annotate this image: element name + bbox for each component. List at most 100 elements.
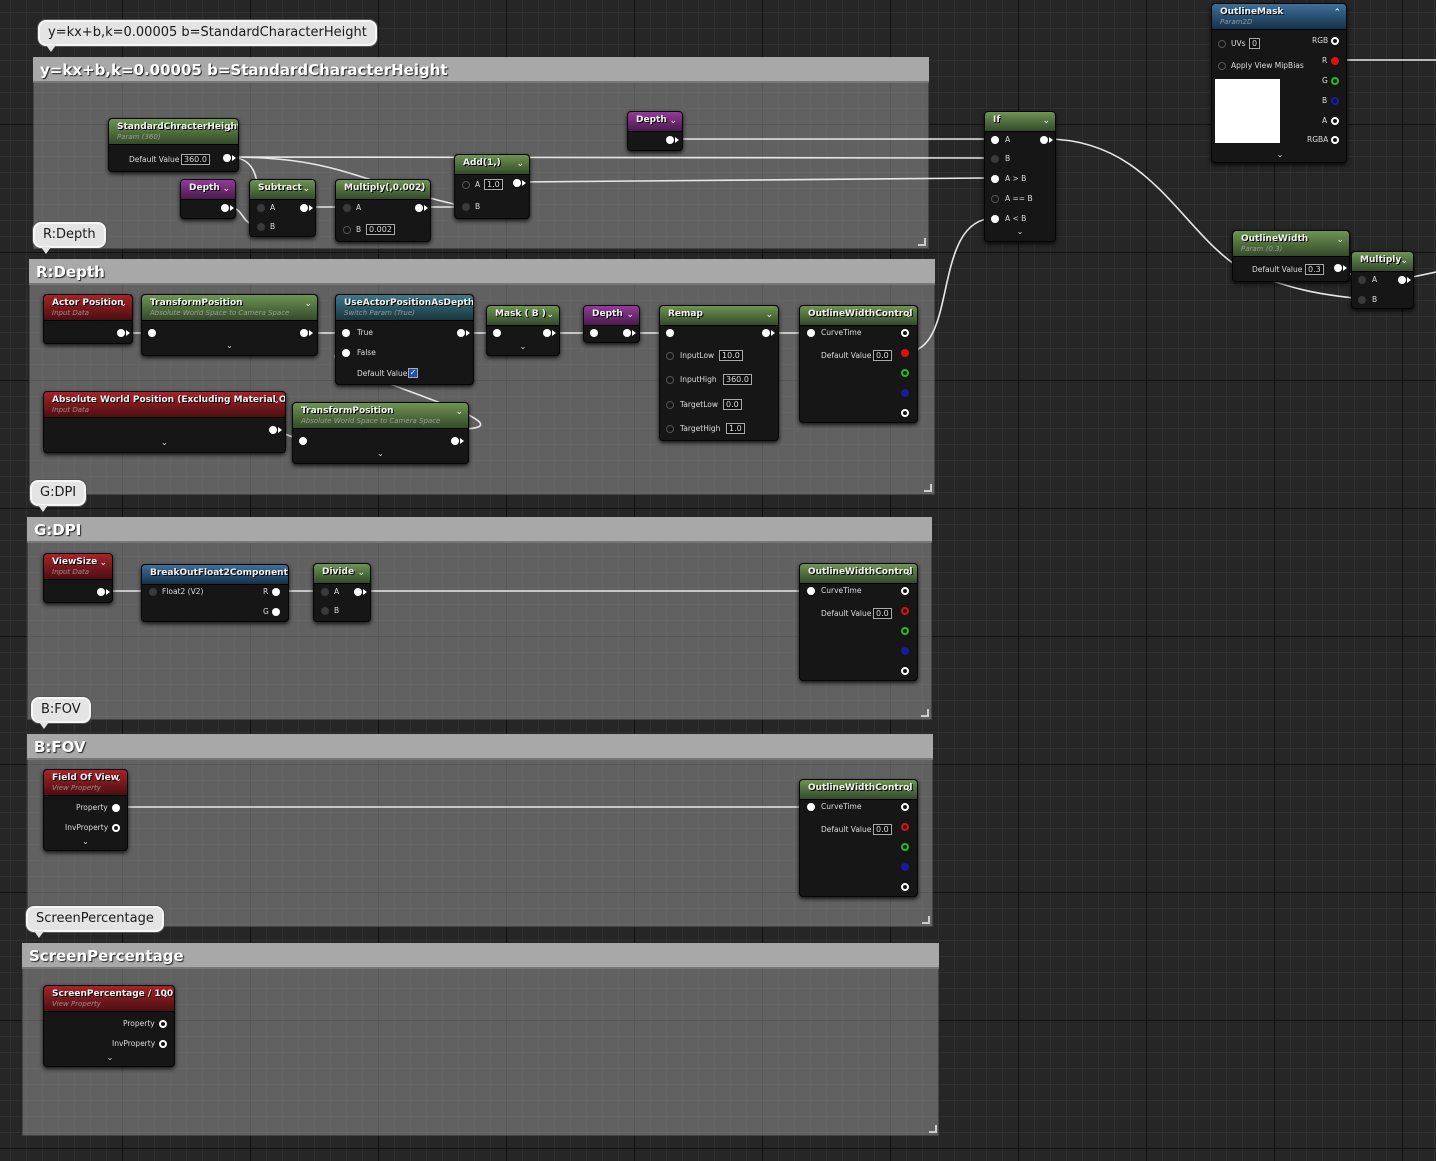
input-high-pin[interactable] xyxy=(666,376,674,384)
comment-header-screen-percentage[interactable]: ScreenPercentage xyxy=(22,943,939,969)
property-output-pin[interactable] xyxy=(112,804,120,812)
b-value-field[interactable]: 0.002 xyxy=(366,224,395,235)
chevron-down-icon[interactable]: ⌄ xyxy=(44,438,285,447)
g-output-pin[interactable] xyxy=(901,369,909,377)
input-pin-a[interactable] xyxy=(257,204,265,212)
output-pin[interactable] xyxy=(1040,136,1048,144)
output-pin[interactable] xyxy=(451,437,459,445)
depth-node-1[interactable]: Depth ⌄ xyxy=(180,179,236,219)
target-low-pin[interactable] xyxy=(666,401,674,409)
resize-grip-icon[interactable] xyxy=(921,709,929,717)
curve-time-input-pin[interactable] xyxy=(807,803,815,811)
a-output-pin[interactable] xyxy=(901,409,909,417)
output-pin[interactable] xyxy=(415,204,423,212)
default-value-checkbox[interactable]: ✓ xyxy=(408,368,418,378)
b-output-pin[interactable] xyxy=(1331,97,1339,105)
chevron-down-icon[interactable]: ⌄ xyxy=(985,227,1055,236)
comment-box-b-fov[interactable] xyxy=(27,734,933,927)
field-of-view-node[interactable]: Field Of View View Property ⌄ Property Inv… xyxy=(43,769,128,851)
std-char-height-node[interactable]: StandardChracterHeight Param (360) ⌄ Defau… xyxy=(108,118,239,172)
b-output-pin[interactable] xyxy=(901,647,909,655)
r-output-pin[interactable] xyxy=(901,823,909,831)
input-low-field[interactable]: 10.0 xyxy=(719,350,743,361)
input-pin-false[interactable] xyxy=(342,349,350,357)
view-size-node[interactable]: ViewSize Input Data ⌄ xyxy=(43,553,113,603)
output-pin[interactable] xyxy=(300,329,308,337)
input-pin-b[interactable] xyxy=(257,223,265,231)
actor-position-node[interactable]: Actor Position Input Data ⌄ xyxy=(43,294,133,344)
resize-grip-icon[interactable] xyxy=(918,238,926,246)
outline-width-node[interactable]: OutlineWidth Param (0.3) ⌄ Default Value 0… xyxy=(1232,230,1350,282)
subtract-node[interactable]: Subtract ⌄ A B xyxy=(249,179,316,237)
breakout-float2-node[interactable]: BreakOutFloat2Components Float2 (V2) R G xyxy=(141,564,289,622)
b-output-pin[interactable] xyxy=(901,863,909,871)
inv-property-output-pin[interactable] xyxy=(112,824,120,832)
input-pin[interactable] xyxy=(493,329,501,337)
output-pin[interactable] xyxy=(300,204,308,212)
chevron-down-icon[interactable]: ⌄ xyxy=(99,558,107,568)
input-pin-true[interactable] xyxy=(342,329,350,337)
chevron-down-icon[interactable]: ⌄ xyxy=(225,123,233,133)
rgb-output-pin[interactable] xyxy=(901,587,909,595)
default-value-field[interactable]: 0.3 xyxy=(1305,264,1324,275)
absolute-world-position-node[interactable]: Absolute World Position (Excluding Mater… xyxy=(43,391,286,453)
default-value-field[interactable]: 0.0 xyxy=(873,824,892,835)
chevron-down-icon[interactable]: ⌄ xyxy=(272,396,280,406)
comment-bubble-g-dpi[interactable]: G:DPI xyxy=(30,480,87,512)
output-pin[interactable] xyxy=(117,329,125,337)
target-low-field[interactable]: 0.0 xyxy=(723,399,742,410)
default-value-field[interactable]: 360.0 xyxy=(181,154,210,165)
target-high-pin[interactable] xyxy=(666,425,674,433)
input-pin-a[interactable] xyxy=(1358,276,1366,284)
chevron-down-icon[interactable]: ⌄ xyxy=(1212,150,1346,159)
chevron-down-icon[interactable]: ⌄ xyxy=(669,116,677,126)
mask-b-node[interactable]: Mask ( B ) ⌄ ⌄ xyxy=(486,305,560,356)
add-node[interactable]: Add(1,) ⌄ A 1.0 B xyxy=(454,154,530,219)
input-pin-a[interactable] xyxy=(991,136,999,144)
chevron-down-icon[interactable]: ⌄ xyxy=(904,784,912,794)
multiply-node-1[interactable]: Multiply(,0.002) ⌄ A B 0.002 xyxy=(335,179,431,242)
rgba-output-pin[interactable] xyxy=(1331,136,1339,144)
input-high-field[interactable]: 360.0 xyxy=(723,374,752,385)
output-pin[interactable] xyxy=(1334,264,1342,272)
chevron-down-icon[interactable]: ⌄ xyxy=(1400,256,1408,266)
mip-bias-input-pin[interactable] xyxy=(1218,62,1226,70)
use-actor-position-switch-node[interactable]: UseActorPositionAsDepth Switch Param (Tru… xyxy=(335,294,474,385)
r-output-pin[interactable] xyxy=(272,588,280,596)
g-output-pin[interactable] xyxy=(1331,77,1339,85)
input-pin-a-eq-b[interactable] xyxy=(991,195,999,203)
r-output-pin[interactable] xyxy=(901,349,909,357)
comment-header-r-depth[interactable]: R:Depth xyxy=(29,259,935,285)
chevron-down-icon[interactable]: ⌄ xyxy=(1336,235,1344,245)
target-high-field[interactable]: 1.0 xyxy=(726,423,745,434)
output-pin[interactable] xyxy=(97,588,105,596)
chevron-down-icon[interactable]: ⌄ xyxy=(516,159,524,169)
r-output-pin[interactable] xyxy=(1331,57,1339,65)
chevron-down-icon[interactable]: ⌄ xyxy=(114,774,122,784)
chevron-down-icon[interactable]: ⌄ xyxy=(546,310,554,320)
depth-node-3[interactable]: Depth ⌄ xyxy=(583,305,640,343)
input-pin-b[interactable] xyxy=(343,226,351,234)
input-pin-a[interactable] xyxy=(462,181,470,189)
chevron-up-icon[interactable]: ⌃ xyxy=(1333,8,1341,18)
outline-width-control-node-3[interactable]: OutlineWidthControl ⌄ CurveTime Default V… xyxy=(799,779,918,897)
a-value-field[interactable]: 1.0 xyxy=(484,179,503,190)
r-output-pin[interactable] xyxy=(901,607,909,615)
depth-node-2[interactable]: Depth ⌄ xyxy=(627,111,683,151)
default-value-field[interactable]: 0.0 xyxy=(873,350,892,361)
chevron-down-icon[interactable]: ⌄ xyxy=(417,184,425,194)
chevron-down-icon[interactable]: ⌄ xyxy=(304,299,312,309)
a-output-pin[interactable] xyxy=(901,883,909,891)
curve-time-input-pin[interactable] xyxy=(807,587,815,595)
chevron-down-icon[interactable]: ⌄ xyxy=(44,1053,174,1062)
transform-position-node-2[interactable]: TransformPosition Absolute World Space to… xyxy=(292,402,469,464)
input-pin-a-lt-b[interactable] xyxy=(991,215,999,223)
input-pin-a[interactable] xyxy=(321,588,329,596)
comment-header-b-fov[interactable]: B:FOV xyxy=(27,734,933,760)
input-pin[interactable] xyxy=(590,329,598,337)
chevron-down-icon[interactable]: ⌄ xyxy=(904,310,912,320)
chevron-down-icon[interactable]: ⌄ xyxy=(765,310,773,320)
input-pin-b[interactable] xyxy=(991,155,999,163)
b-output-pin[interactable] xyxy=(901,389,909,397)
inv-property-output-pin[interactable] xyxy=(159,1040,167,1048)
